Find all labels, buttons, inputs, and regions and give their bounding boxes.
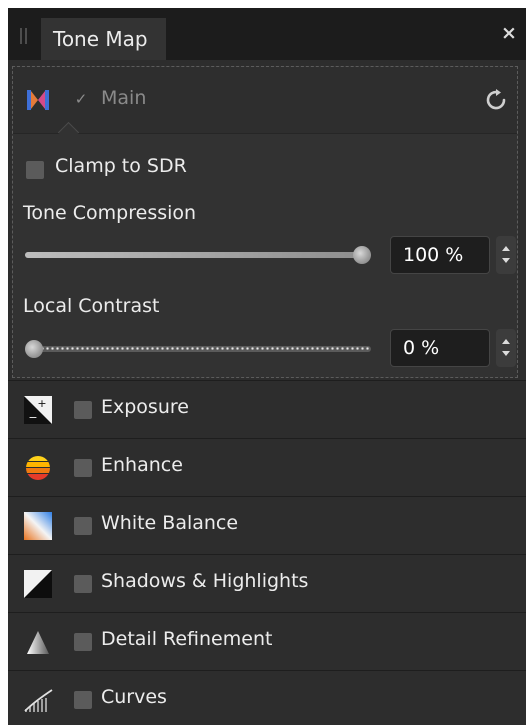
detail-refinement-label: Detail Refinement: [101, 628, 273, 650]
tone-map-icon: [27, 90, 49, 110]
detail-refinement-icon: [27, 631, 49, 654]
drag-grip-icon[interactable]: [20, 28, 28, 44]
tone-compression-label: Tone Compression: [23, 202, 197, 224]
slider-track: [25, 346, 371, 352]
shadows-highlights-icon: [24, 570, 52, 598]
exposure-icon: + −: [24, 396, 52, 424]
svg-text:+: +: [37, 397, 46, 410]
local-contrast-label: Local Contrast: [23, 295, 160, 317]
main-filter-section: ✓ Main Clamp to SDR Tone Compression 100…: [12, 66, 518, 378]
filter-row-white-balance[interactable]: White Balance: [8, 496, 526, 554]
panel-header: Tone Map ×: [8, 8, 526, 60]
enhance-label: Enhance: [101, 454, 183, 476]
filter-row-exposure[interactable]: + − Exposure: [8, 380, 526, 438]
tone-map-panel: Tone Map × ✓ Main Clamp to SDR Tone Comp…: [8, 8, 526, 725]
chevron-up-icon[interactable]: [502, 339, 510, 344]
close-icon[interactable]: ×: [498, 20, 520, 46]
white-balance-label: White Balance: [101, 512, 239, 534]
detail-refinement-checkbox[interactable]: [74, 633, 92, 651]
local-contrast-slider[interactable]: [25, 337, 371, 361]
filter-row-detail-refinement[interactable]: Detail Refinement: [8, 612, 526, 670]
chevron-up-icon[interactable]: [502, 246, 510, 251]
reset-icon[interactable]: [483, 87, 509, 113]
clamp-to-sdr-label: Clamp to SDR: [55, 155, 187, 177]
white-balance-icon: [24, 512, 52, 540]
exposure-label: Exposure: [101, 396, 189, 418]
slider-handle[interactable]: [353, 246, 371, 264]
filter-row-curves[interactable]: Curves: [8, 670, 526, 725]
tab-tone-map[interactable]: Tone Map: [41, 18, 166, 60]
curves-checkbox[interactable]: [74, 691, 92, 709]
chevron-down-icon[interactable]: [502, 258, 510, 263]
enhance-icon: [26, 456, 50, 480]
curves-label: Curves: [101, 686, 167, 708]
chevron-down-icon[interactable]: [502, 351, 510, 356]
enhance-checkbox[interactable]: [74, 459, 92, 477]
tone-compression-value-field[interactable]: 100 %: [390, 236, 490, 274]
local-contrast-stepper[interactable]: [496, 329, 516, 367]
local-contrast-value-field[interactable]: 0 %: [390, 329, 490, 367]
slider-fill: [25, 252, 371, 258]
main-filter-header: ✓ Main: [13, 67, 517, 134]
slider-handle[interactable]: [25, 340, 43, 358]
svg-text:−: −: [28, 411, 37, 424]
white-balance-checkbox[interactable]: [74, 517, 92, 535]
shadows-highlights-label: Shadows & Highlights: [101, 570, 309, 592]
exposure-checkbox[interactable]: [74, 401, 92, 419]
curves-icon: [24, 689, 53, 712]
tone-compression-stepper[interactable]: [496, 236, 516, 274]
main-filter-label: Main: [101, 87, 147, 109]
filter-row-enhance[interactable]: Enhance: [8, 438, 526, 496]
tone-compression-slider[interactable]: [25, 243, 371, 267]
shadows-highlights-checkbox[interactable]: [74, 575, 92, 593]
clamp-to-sdr-checkbox[interactable]: [26, 161, 44, 179]
main-enabled-checkbox[interactable]: ✓: [73, 91, 89, 107]
filter-row-shadows-highlights[interactable]: Shadows & Highlights: [8, 554, 526, 612]
